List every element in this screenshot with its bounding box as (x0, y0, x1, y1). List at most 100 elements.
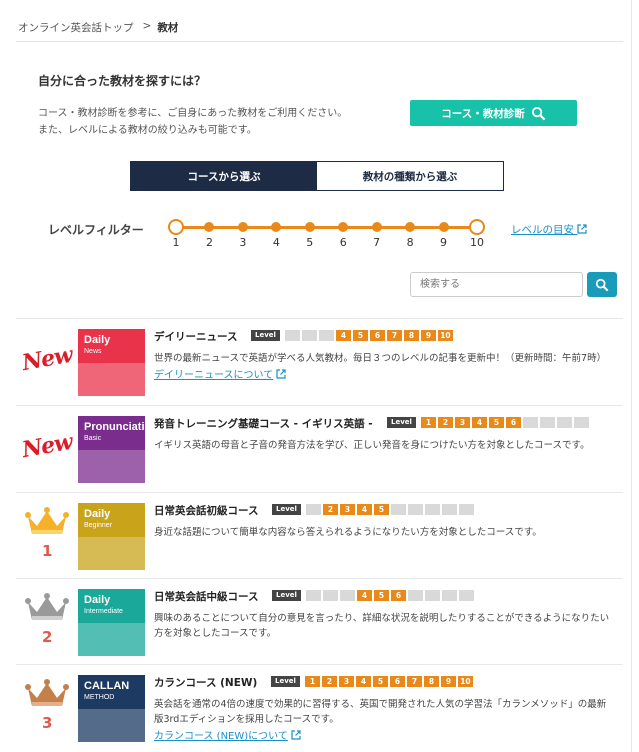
level-number: 7 (373, 236, 381, 249)
intro-text-1: コース・教材診断を参考に、ご自身にあった教材をご利用ください。 (38, 108, 348, 119)
course-title[interactable]: 発音トレーニング基礎コース - イギリス英語 - (154, 416, 373, 431)
level-chip: 7 (406, 676, 422, 687)
level-chip (556, 417, 572, 428)
thumbnail-title: Daily (84, 508, 111, 520)
level-number: 4 (272, 236, 280, 249)
course-level-indicator: Level 2 3 4 5 (272, 504, 474, 515)
level-chip: 4 (356, 504, 372, 515)
level-filter-label: レベルフィルター (48, 223, 144, 237)
thumbnail-title: Daily (84, 334, 111, 346)
course-info-link[interactable]: カランコース (NEW)について (154, 727, 301, 742)
level-handle[interactable] (168, 219, 184, 235)
row-divider (16, 318, 623, 319)
level-slider-track[interactable] (176, 226, 477, 229)
level-tag: Level (387, 417, 416, 428)
course-level-indicator: Level 1 2 3 4 5 6 7 8 9 10 (271, 676, 473, 687)
level-tag: Level (272, 504, 301, 515)
search-icon (531, 106, 546, 120)
course-thumbnail[interactable]: Daily Beginner (78, 503, 145, 570)
level-chip: 6 (369, 330, 385, 341)
intro-text-2: また、レベルによる教材の絞り込みも可能です。 (38, 125, 257, 136)
course-title[interactable]: デイリーニュース (154, 329, 237, 344)
level-chip (407, 590, 423, 601)
level-chip (305, 590, 321, 601)
level-handle[interactable] (469, 219, 485, 235)
course-level-indicator: Level 4 5 6 (272, 590, 474, 601)
level-chip: 2 (322, 504, 338, 515)
level-number: 1 (172, 236, 180, 249)
level-chip: 6 (505, 417, 521, 428)
course-title[interactable]: 日常英会話中級コース (154, 589, 258, 604)
tab-by-course[interactable]: コースから選ぶ (131, 162, 317, 190)
course-description: 興味のあることについて自分の意見を言ったり、詳細な状況を説明したりすることができ… (154, 613, 610, 639)
course-description: 世界の最新ニュースで英語が学べる人気教材。毎日３つのレベルの記事を更新中！（更新… (154, 353, 607, 364)
level-tag: Level (272, 590, 301, 601)
level-chip: 1 (304, 676, 320, 687)
course-info-link[interactable]: デイリーニュースについて (154, 366, 286, 381)
diagnose-button[interactable]: コース・教材診断 (410, 100, 577, 126)
course-description: 身近な話題について簡単な内容なら答えられるようになりたい方を対象としたコースです… (154, 527, 542, 538)
level-chip (522, 417, 538, 428)
level-chip: 5 (373, 504, 389, 515)
level-chip: 8 (403, 330, 419, 341)
level-chip: 5 (373, 590, 389, 601)
level-chip: 5 (352, 330, 368, 341)
external-link-icon (291, 730, 301, 742)
thumbnail-image (78, 363, 145, 396)
level-number: 2 (205, 236, 213, 249)
divider (16, 41, 623, 42)
breadcrumb-separator: > (142, 20, 152, 32)
crown-icon (24, 678, 70, 714)
level-chip: 5 (372, 676, 388, 687)
level-chip (458, 590, 474, 601)
level-chip: 3 (454, 417, 470, 428)
level-chip (441, 590, 457, 601)
rank-number: 3 (42, 714, 53, 732)
level-number: 3 (239, 236, 247, 249)
course-title[interactable]: カランコース (NEW) (154, 675, 257, 690)
level-chip: 6 (390, 590, 406, 601)
thumbnail-subtitle: News (84, 348, 102, 355)
course-thumbnail[interactable]: Daily Intermediate (78, 589, 145, 656)
level-tag: Level (271, 676, 300, 687)
level-chip: 9 (440, 676, 456, 687)
level-chip (424, 504, 440, 515)
level-chip (322, 590, 338, 601)
thumbnail-subtitle: Basic (84, 435, 102, 442)
search-icon (595, 278, 609, 291)
thumbnail-image (78, 709, 145, 742)
rank-number: 1 (42, 542, 53, 560)
row-divider (16, 664, 623, 665)
search-input[interactable] (410, 272, 583, 297)
tab-group: コースから選ぶ 教材の種類から選ぶ (130, 161, 504, 191)
course-title[interactable]: 日常英会話初級コース (154, 503, 258, 518)
level-chip: 6 (389, 676, 405, 687)
thumbnail-title: Pronunciation (84, 421, 145, 433)
level-chip: 2 (437, 417, 453, 428)
rank-number: 2 (42, 628, 53, 646)
level-chip: 7 (386, 330, 402, 341)
course-thumbnail[interactable]: CALLAN METHOD (78, 675, 145, 742)
search-button[interactable] (587, 272, 617, 297)
breadcrumb-current: 教材 (157, 22, 179, 34)
course-thumbnail[interactable]: Pronunciation Basic (78, 416, 145, 483)
intro-title: 自分に合った教材を探すには？ (38, 74, 207, 88)
breadcrumb-home[interactable]: オンライン英会話トップ (18, 20, 134, 35)
course-level-indicator: Level 4 5 6 7 8 9 10 (251, 330, 453, 341)
course-description: 英会話を通常の4倍の速度で効果的に習得する、英国で開発された人気の学習法「カラン… (154, 699, 607, 725)
level-chip: 10 (437, 330, 453, 341)
course-thumbnail[interactable]: Daily News (78, 329, 145, 396)
level-guide-link[interactable]: レベルの目安 (511, 222, 587, 237)
course-level-indicator: Level 1 2 3 4 5 6 (387, 417, 589, 428)
tab-by-material-type[interactable]: 教材の種類から選ぶ (317, 162, 503, 190)
external-link-icon (276, 369, 286, 381)
level-chip (407, 504, 423, 515)
thumbnail-subtitle: Beginner (84, 522, 113, 529)
course-info-link-label: デイリーニュースについて (154, 370, 274, 381)
level-chip: 2 (321, 676, 337, 687)
level-number: 9 (440, 236, 448, 249)
crown-icon (24, 506, 70, 542)
level-chip (390, 504, 406, 515)
level-chip (424, 590, 440, 601)
level-chip (301, 330, 317, 341)
